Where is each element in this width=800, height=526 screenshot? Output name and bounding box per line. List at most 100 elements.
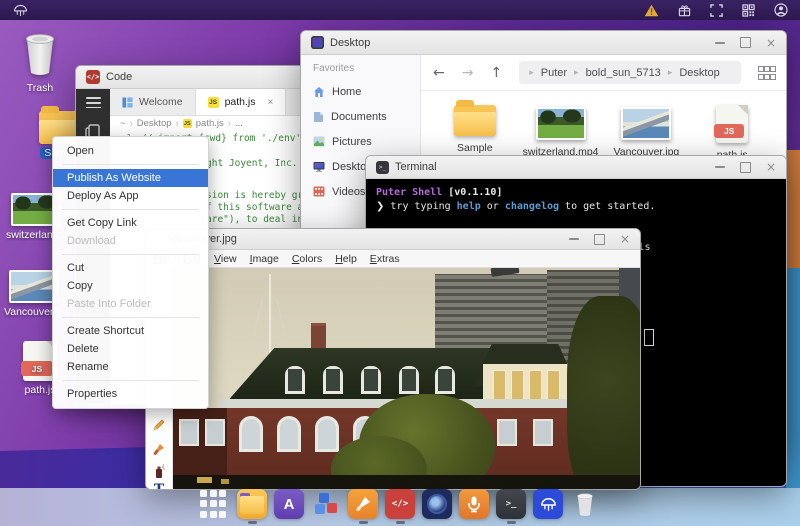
minimize-icon[interactable] xyxy=(568,238,579,240)
menu-item-rename[interactable]: Rename xyxy=(53,358,208,376)
terminal-banner: Puter Shell [v0.1.10] xyxy=(376,187,503,198)
menu-item-copy[interactable]: Copy xyxy=(53,277,208,295)
dock-trash[interactable] xyxy=(570,489,600,524)
sidebar-item-home[interactable]: Home xyxy=(301,79,420,104)
photo-tree xyxy=(567,296,640,489)
viewer-titlebar[interactable]: Vancouver.jpg × xyxy=(146,229,640,250)
close-icon[interactable]: × xyxy=(766,161,776,173)
spray-tool-icon[interactable] xyxy=(146,464,172,484)
menu-image[interactable]: Image xyxy=(250,253,279,265)
file-pathjs[interactable]: JS path.js xyxy=(690,105,774,161)
menu-item-open[interactable]: Open xyxy=(53,142,208,160)
gift-icon[interactable] xyxy=(678,4,691,17)
code-fragment: f this software an xyxy=(206,202,309,213)
dock-puter[interactable] xyxy=(533,489,563,524)
dock-recorder[interactable] xyxy=(459,489,489,524)
menu-extras[interactable]: Extras xyxy=(370,253,400,265)
viewer-menubar: File Edit View Image Colors Help Extras xyxy=(146,250,640,268)
menu-colors[interactable]: Colors xyxy=(292,253,322,265)
welcome-tab-icon xyxy=(122,96,133,108)
desktop-screen: Trash Sample switzerland.mp4 Vancouver.j… xyxy=(0,0,800,526)
pencil-tool-icon[interactable] xyxy=(146,418,172,437)
menu-separator xyxy=(62,317,199,318)
wallpaper-orange-wedge xyxy=(786,150,800,270)
dock-camera[interactable] xyxy=(422,489,452,524)
trash-label: Trash xyxy=(26,82,54,94)
photo-tower xyxy=(435,274,547,356)
fullscreen-icon[interactable] xyxy=(710,3,723,17)
terminal-window-controls: × xyxy=(714,161,776,173)
minimize-icon[interactable] xyxy=(714,41,725,44)
video-thumbnail xyxy=(535,107,586,140)
file-switzerland[interactable]: switzerland.mp4 xyxy=(519,105,603,158)
recorder-app-icon xyxy=(459,489,489,519)
menu-item-delete[interactable]: Delete xyxy=(53,340,208,358)
account-icon[interactable] xyxy=(774,3,788,17)
menu-view[interactable]: View xyxy=(214,253,237,265)
menu-item-publish-as-website[interactable]: Publish As Website xyxy=(53,169,208,187)
back-arrow-icon[interactable]: ← xyxy=(433,65,445,81)
fm-window-controls: × xyxy=(714,37,776,49)
grid-view-icon[interactable] xyxy=(758,65,776,80)
maximize-icon[interactable] xyxy=(593,233,605,245)
terminal-app-icon: >_ xyxy=(376,160,389,174)
menu-hamburger-icon[interactable] xyxy=(85,97,101,109)
fm-toolbar: ← → ↑ ▸ Puter ▸ bold_sun_5713 ▸ Desktop xyxy=(421,55,786,91)
documents-icon xyxy=(314,111,323,122)
terminal-hint-line: ❯ try typing help or changelog to get st… xyxy=(376,201,656,212)
sidebar-item-pictures[interactable]: Pictures xyxy=(301,129,420,154)
image-viewer-window: Vancouver.jpg × File Edit View Image Col… xyxy=(145,228,641,490)
warning-icon[interactable] xyxy=(644,4,659,17)
menu-item-properties[interactable]: Properties xyxy=(53,385,208,403)
dock-blocks[interactable] xyxy=(311,489,341,524)
forward-arrow-icon[interactable]: → xyxy=(462,65,474,81)
tab-close-icon[interactable]: × xyxy=(268,97,274,108)
fm-window-title: Desktop xyxy=(330,36,371,49)
brush-tool-icon[interactable] xyxy=(146,442,172,461)
dock-editor[interactable]: A xyxy=(274,489,304,524)
tab-welcome[interactable]: Welcome xyxy=(110,89,196,115)
maximize-icon[interactable] xyxy=(739,161,751,173)
tab-pathjs[interactable]: JS path.js × xyxy=(195,89,287,115)
running-indicator xyxy=(247,521,257,524)
breadcrumb[interactable]: ▸ Puter ▸ bold_sun_5713 ▸ Desktop xyxy=(519,61,741,84)
terminal-titlebar[interactable]: >_ Terminal × xyxy=(366,156,786,179)
desktop-icon-trash[interactable]: Trash xyxy=(8,32,72,97)
minimize-icon[interactable] xyxy=(714,166,725,168)
wallpaper-skyblue-region xyxy=(786,268,800,490)
running-indicator xyxy=(395,521,405,524)
image-thumbnail xyxy=(621,107,672,140)
menu-item-cut[interactable]: Cut xyxy=(53,259,208,277)
up-arrow-icon[interactable]: ↑ xyxy=(490,65,502,81)
videos-icon xyxy=(313,186,325,197)
menu-help[interactable]: Help xyxy=(335,253,357,265)
menu-item-get-copy-link[interactable]: Get Copy Link xyxy=(53,214,208,232)
code-fragment: sion is hereby gra xyxy=(206,190,309,201)
menu-item-create-shortcut[interactable]: Create Shortcut xyxy=(53,322,208,340)
dock-terminal[interactable]: >_ xyxy=(496,489,526,524)
file-vancouver[interactable]: Vancouver.jpg xyxy=(604,105,688,158)
close-icon[interactable]: × xyxy=(620,233,630,245)
context-menu: Open Publish As Website Deploy As App Ge… xyxy=(52,136,209,409)
fm-window-icon xyxy=(311,36,324,49)
code-fragment: ght Joyent, Inc. a xyxy=(206,158,309,169)
dock-code[interactable]: </> xyxy=(385,489,415,524)
launcher-grid-icon xyxy=(200,489,230,519)
qr-code-icon[interactable] xyxy=(742,3,755,17)
file-sample[interactable]: Sample xyxy=(433,100,517,154)
close-icon[interactable]: × xyxy=(766,37,776,49)
puter-logo-icon[interactable] xyxy=(12,3,29,18)
dock-files[interactable] xyxy=(237,489,267,524)
running-indicator xyxy=(506,521,516,524)
pictures-icon xyxy=(313,136,325,147)
sidebar-item-documents[interactable]: Documents xyxy=(301,104,420,129)
terminal-window-title: Terminal xyxy=(395,161,437,173)
menu-item-deploy-as-app[interactable]: Deploy As App xyxy=(53,187,208,205)
dock-paint[interactable] xyxy=(348,489,378,524)
dock-launcher[interactable] xyxy=(200,489,230,524)
terminal-cursor xyxy=(644,329,654,346)
viewer-canvas[interactable] xyxy=(173,268,640,489)
fm-titlebar[interactable]: Desktop × xyxy=(301,31,786,55)
maximize-icon[interactable] xyxy=(739,37,751,48)
code-window-title: Code xyxy=(106,71,133,83)
